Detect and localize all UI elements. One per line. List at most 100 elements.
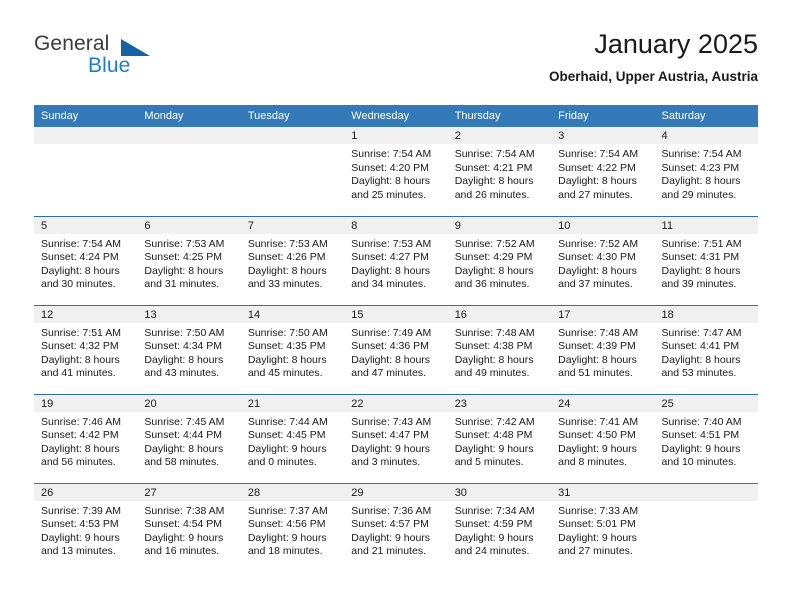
sunrise-text: Sunrise: 7:42 AM xyxy=(454,415,535,428)
sunset-text: Sunset: 4:41 PM xyxy=(661,340,740,353)
calendar-day-cell[interactable]: 1 Sunrise: 7:54 AM Sunset: 4:20 PM Daylight… xyxy=(344,127,448,216)
calendar-day-cell[interactable]: 31 Sunrise: 7:33 AM Sunset: 5:01 PM Dayligh… xyxy=(551,482,655,572)
day-number: 23 xyxy=(447,394,552,412)
day-number: 14 xyxy=(240,305,345,323)
sunset-text: Sunset: 4:51 PM xyxy=(661,429,740,442)
calendar-day-cell[interactable]: 17 Sunrise: 7:48 AM Sunset: 4:39 PM Dayligh… xyxy=(551,304,655,394)
day-number: 20 xyxy=(137,394,241,412)
day-number: 10 xyxy=(551,216,655,234)
weekday-header-sunday: Sunday xyxy=(34,105,138,127)
calendar-cell-empty xyxy=(137,127,241,216)
calendar-day-cell[interactable]: 16 Sunrise: 7:48 AM Sunset: 4:38 PM Dayligh… xyxy=(447,304,552,394)
calendar-day-cell[interactable]: 22 Sunrise: 7:43 AM Sunset: 4:47 PM Dayligh… xyxy=(344,393,448,483)
calendar-week-row: 1 Sunrise: 7:54 AM Sunset: 4:20 PM Daylight… xyxy=(34,127,758,216)
calendar-day-cell[interactable]: 18 Sunrise: 7:47 AM Sunset: 4:41 PM Dayligh… xyxy=(654,304,758,394)
cell-inner: 30 Sunrise: 7:34 AM Sunset: 4:59 PM Dayligh… xyxy=(447,483,552,573)
calendar-day-cell[interactable]: 13 Sunrise: 7:50 AM Sunset: 4:34 PM Dayligh… xyxy=(137,304,241,394)
sunrise-text: Sunrise: 7:48 AM xyxy=(454,326,535,339)
sunset-text: Sunset: 4:36 PM xyxy=(351,340,429,353)
calendar-day-cell[interactable]: 6 Sunrise: 7:53 AM Sunset: 4:25 PM Daylight… xyxy=(137,215,241,305)
calendar-day-cell[interactable]: 19 Sunrise: 7:46 AM Sunset: 4:42 PM Dayligh… xyxy=(34,393,138,483)
calendar-day-cell[interactable]: 15 Sunrise: 7:49 AM Sunset: 4:36 PM Dayligh… xyxy=(344,304,448,394)
cell-inner: 24 Sunrise: 7:41 AM Sunset: 4:50 PM Dayligh… xyxy=(551,394,655,483)
daylight-text-cont: and 39 minutes. xyxy=(661,278,737,291)
daylight-text-cont: and 34 minutes. xyxy=(351,278,426,291)
day-number: 19 xyxy=(34,394,138,412)
calendar-day-cell[interactable]: 9 Sunrise: 7:52 AM Sunset: 4:29 PM Daylight… xyxy=(447,215,552,305)
calendar-day-cell[interactable]: 12 Sunrise: 7:51 AM Sunset: 4:32 PM Dayligh… xyxy=(34,304,138,394)
sunset-text: Sunset: 4:57 PM xyxy=(351,518,429,531)
calendar-body: 1 Sunrise: 7:54 AM Sunset: 4:20 PM Daylight… xyxy=(34,127,758,572)
day-details: Sunrise: 7:52 AM Sunset: 4:29 PM Daylight:… xyxy=(448,234,551,292)
calendar-day-cell[interactable]: 4 Sunrise: 7:54 AM Sunset: 4:23 PM Daylight… xyxy=(654,127,758,216)
sunset-text: Sunset: 4:22 PM xyxy=(558,161,636,174)
cell-inner: 13 Sunrise: 7:50 AM Sunset: 4:34 PM Dayligh… xyxy=(137,305,241,394)
calendar-day-cell[interactable]: 29 Sunrise: 7:36 AM Sunset: 4:57 PM Dayligh… xyxy=(344,482,448,572)
daylight-text: Daylight: 9 hours xyxy=(351,442,431,455)
calendar-day-cell[interactable]: 14 Sunrise: 7:50 AM Sunset: 4:35 PM Dayligh… xyxy=(240,304,345,394)
day-number xyxy=(654,483,758,501)
calendar-day-cell[interactable]: 23 Sunrise: 7:42 AM Sunset: 4:48 PM Dayligh… xyxy=(447,393,552,483)
daylight-text-cont: and 30 minutes. xyxy=(41,278,116,291)
sunset-text: Sunset: 4:56 PM xyxy=(247,518,326,531)
calendar-day-cell[interactable]: 5 Sunrise: 7:54 AM Sunset: 4:24 PM Daylight… xyxy=(34,215,138,305)
day-details: Sunrise: 7:54 AM Sunset: 4:22 PM Daylight:… xyxy=(551,144,654,202)
sunrise-text: Sunrise: 7:54 AM xyxy=(558,148,639,160)
daylight-text: Daylight: 8 hours xyxy=(558,175,637,188)
weekday-header-wednesday: Wednesday xyxy=(344,105,448,127)
calendar-day-cell[interactable]: 27 Sunrise: 7:38 AM Sunset: 4:54 PM Dayligh… xyxy=(137,482,241,572)
day-details: Sunrise: 7:52 AM Sunset: 4:30 PM Daylight:… xyxy=(551,234,654,292)
calendar-day-cell[interactable]: 25 Sunrise: 7:40 AM Sunset: 4:51 PM Dayligh… xyxy=(654,393,758,483)
calendar-day-cell[interactable]: 30 Sunrise: 7:34 AM Sunset: 4:59 PM Dayligh… xyxy=(447,482,552,573)
sunrise-text: Sunrise: 7:39 AM xyxy=(41,504,121,517)
sunrise-text: Sunrise: 7:43 AM xyxy=(351,415,432,428)
daylight-text-cont: and 16 minutes. xyxy=(144,545,220,558)
daylight-text-cont: and 10 minutes. xyxy=(661,456,737,469)
weekday-header-thursday: Thursday xyxy=(447,105,552,127)
calendar-week-row: 19 Sunrise: 7:46 AM Sunset: 4:42 PM Dayligh… xyxy=(34,393,758,483)
day-details: Sunrise: 7:40 AM Sunset: 4:51 PM Daylight:… xyxy=(655,412,758,470)
daylight-text-cont: and 18 minutes. xyxy=(247,545,323,558)
brand-name-blue: Blue xyxy=(88,54,131,77)
sunrise-text: Sunrise: 7:37 AM xyxy=(247,504,328,517)
daylight-text: Daylight: 9 hours xyxy=(41,531,120,544)
page-title: January 2025 xyxy=(594,29,758,59)
sunrise-text: Sunrise: 7:51 AM xyxy=(661,237,742,250)
calendar-day-cell[interactable]: 24 Sunrise: 7:41 AM Sunset: 4:50 PM Dayligh… xyxy=(551,393,655,483)
sunrise-text: Sunrise: 7:46 AM xyxy=(41,415,121,428)
day-number: 8 xyxy=(344,216,448,234)
calendar-day-cell[interactable]: 10 Sunrise: 7:52 AM Sunset: 4:30 PM Dayligh… xyxy=(551,215,655,305)
calendar-day-cell[interactable]: 11 Sunrise: 7:51 AM Sunset: 4:31 PM Dayligh… xyxy=(654,215,758,305)
cell-inner: 23 Sunrise: 7:42 AM Sunset: 4:48 PM Dayligh… xyxy=(447,394,552,483)
calendar-day-cell[interactable]: 8 Sunrise: 7:53 AM Sunset: 4:27 PM Daylight… xyxy=(344,215,448,305)
calendar-day-cell[interactable]: 28 Sunrise: 7:37 AM Sunset: 4:56 PM Dayligh… xyxy=(240,482,345,572)
title-block: January 2025 Oberhaid, Upper Austria, Au… xyxy=(549,28,758,87)
daylight-text-cont: and 49 minutes. xyxy=(454,367,530,380)
day-details: Sunrise: 7:51 AM Sunset: 4:32 PM Daylight:… xyxy=(34,323,137,381)
day-details: Sunrise: 7:38 AM Sunset: 4:54 PM Daylight:… xyxy=(137,501,240,559)
calendar-day-cell[interactable]: 26 Sunrise: 7:39 AM Sunset: 4:53 PM Dayligh… xyxy=(34,482,138,573)
cell-inner: 9 Sunrise: 7:52 AM Sunset: 4:29 PM Daylight… xyxy=(447,216,552,305)
calendar-day-cell[interactable]: 3 Sunrise: 7:54 AM Sunset: 4:22 PM Daylight… xyxy=(551,127,655,216)
daylight-text: Daylight: 8 hours xyxy=(144,442,224,455)
calendar-day-cell[interactable]: 20 Sunrise: 7:45 AM Sunset: 4:44 PM Dayligh… xyxy=(137,393,241,483)
cell-inner: 20 Sunrise: 7:45 AM Sunset: 4:44 PM Dayligh… xyxy=(137,394,241,483)
day-number: 11 xyxy=(654,216,758,234)
calendar-day-cell[interactable]: 2 Sunrise: 7:54 AM Sunset: 4:21 PM Daylight… xyxy=(447,127,552,216)
brand-logo[interactable]: General Blue xyxy=(34,32,214,88)
sunset-text: Sunset: 4:42 PM xyxy=(41,429,119,442)
day-details: Sunrise: 7:53 AM Sunset: 4:25 PM Daylight:… xyxy=(137,234,240,292)
sunrise-text: Sunrise: 7:53 AM xyxy=(351,237,432,250)
cell-inner: 17 Sunrise: 7:48 AM Sunset: 4:39 PM Dayligh… xyxy=(551,305,655,394)
daylight-text-cont: and 45 minutes. xyxy=(247,367,323,380)
calendar-day-cell[interactable]: 7 Sunrise: 7:53 AM Sunset: 4:26 PM Daylight… xyxy=(240,215,345,305)
calendar-day-cell[interactable]: 21 Sunrise: 7:44 AM Sunset: 4:45 PM Dayligh… xyxy=(240,393,345,483)
cell-inner: 15 Sunrise: 7:49 AM Sunset: 4:36 PM Dayligh… xyxy=(344,305,448,394)
day-number: 29 xyxy=(344,483,448,501)
day-number: 27 xyxy=(137,483,241,501)
cell-inner: 14 Sunrise: 7:50 AM Sunset: 4:35 PM Dayligh… xyxy=(240,305,345,394)
sunrise-text: Sunrise: 7:49 AM xyxy=(351,326,432,339)
brand-name-general: General xyxy=(34,32,110,55)
daylight-text: Daylight: 8 hours xyxy=(247,264,327,277)
cell-inner: 26 Sunrise: 7:39 AM Sunset: 4:53 PM Dayligh… xyxy=(34,483,138,573)
